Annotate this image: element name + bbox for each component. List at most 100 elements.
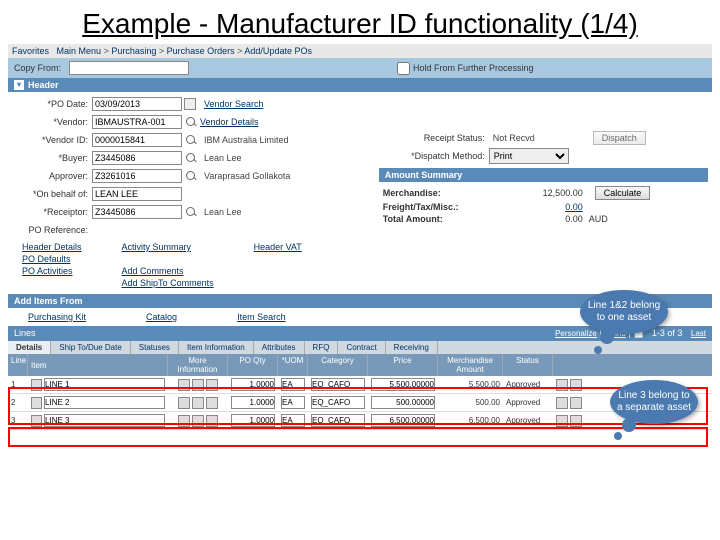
add-icon[interactable] bbox=[570, 397, 582, 409]
tab-rfq[interactable]: RFQ bbox=[305, 341, 339, 354]
uom-input[interactable] bbox=[281, 414, 305, 427]
hold-label: Hold From Further Processing bbox=[413, 63, 534, 73]
comment-icon[interactable] bbox=[556, 397, 568, 409]
detail-icon[interactable] bbox=[178, 379, 190, 391]
tab-receiving[interactable]: Receiving bbox=[386, 341, 438, 354]
tab-iteminfo[interactable]: Item Information bbox=[179, 341, 254, 354]
detail-icon[interactable] bbox=[178, 397, 190, 409]
receipt-status-value: Not Recvd bbox=[493, 133, 573, 143]
dispatch-method-select[interactable]: Print bbox=[489, 148, 569, 164]
activity-summary-link[interactable]: Activity Summary bbox=[122, 242, 214, 252]
cat-input[interactable] bbox=[311, 414, 365, 427]
vendor-search-link[interactable]: Vendor Search bbox=[204, 99, 264, 109]
price-input[interactable] bbox=[371, 414, 435, 427]
add-icon[interactable] bbox=[570, 415, 582, 427]
tab-shipto[interactable]: Ship To/Due Date bbox=[51, 341, 131, 354]
item-search-link[interactable]: Item Search bbox=[237, 312, 286, 322]
bc-addupdate[interactable]: Add/Update POs bbox=[244, 46, 312, 56]
detail-icon[interactable] bbox=[206, 379, 218, 391]
vendor-id-input[interactable] bbox=[92, 133, 182, 147]
add-shipto-link[interactable]: Add ShipTo Comments bbox=[122, 278, 214, 288]
dispatch-button[interactable]: Dispatch bbox=[593, 131, 646, 145]
callout-1: Line 1&2 belong to one asset bbox=[580, 290, 668, 334]
bc-fav[interactable]: Favorites bbox=[12, 46, 49, 56]
col-qty: PO Qty bbox=[228, 354, 278, 376]
price-input[interactable] bbox=[371, 396, 435, 409]
search-icon[interactable] bbox=[185, 134, 197, 146]
item-icon[interactable] bbox=[31, 415, 42, 427]
purchasing-kit-link[interactable]: Purchasing Kit bbox=[28, 312, 86, 322]
hold-checkbox[interactable] bbox=[397, 62, 410, 75]
tab-statuses[interactable]: Statuses bbox=[131, 341, 179, 354]
cat-input[interactable] bbox=[311, 396, 365, 409]
calendar-icon[interactable] bbox=[184, 98, 196, 110]
item-icon[interactable] bbox=[31, 397, 42, 409]
breadcrumb: Favorites Main Menu > Purchasing > Purch… bbox=[8, 44, 712, 58]
tab-details[interactable]: Details bbox=[8, 341, 51, 354]
detail-icon[interactable] bbox=[192, 397, 204, 409]
po-activities-link[interactable]: PO Activities bbox=[22, 266, 82, 276]
tab-attributes[interactable]: Attributes bbox=[254, 341, 305, 354]
onbehalf-input[interactable] bbox=[92, 187, 182, 201]
po-date-input[interactable] bbox=[92, 97, 182, 111]
header-section-bar[interactable]: ▾ Header bbox=[8, 78, 712, 92]
approver-input[interactable] bbox=[92, 169, 182, 183]
uom-input[interactable] bbox=[281, 396, 305, 409]
cat-input[interactable] bbox=[311, 378, 365, 391]
receiptor-input[interactable] bbox=[92, 205, 182, 219]
detail-icon[interactable] bbox=[192, 415, 204, 427]
search-icon[interactable] bbox=[185, 116, 197, 128]
col-line: Line bbox=[8, 354, 28, 376]
buyer-input[interactable] bbox=[92, 151, 182, 165]
merch-value: 12,500.00 bbox=[503, 188, 583, 198]
cell-amt: 500.00 bbox=[438, 397, 503, 408]
item-input[interactable] bbox=[44, 378, 165, 391]
add-icon[interactable] bbox=[570, 379, 582, 391]
item-input[interactable] bbox=[44, 414, 165, 427]
qty-input[interactable] bbox=[231, 378, 275, 391]
add-comments-link[interactable]: Add Comments bbox=[122, 266, 214, 276]
approver-desc: Varaprasad Gollakota bbox=[204, 171, 290, 181]
bc-main[interactable]: Main Menu bbox=[57, 46, 102, 56]
copy-from-input[interactable] bbox=[69, 61, 189, 75]
detail-icon[interactable] bbox=[206, 397, 218, 409]
qty-input[interactable] bbox=[231, 396, 275, 409]
dispatch-method-label: Dispatch Method: bbox=[379, 151, 489, 161]
col-amt: Merchandise Amount bbox=[438, 354, 503, 376]
buyer-label: Buyer: bbox=[12, 153, 92, 163]
catalog-link[interactable]: Catalog bbox=[146, 312, 177, 322]
uom-input[interactable] bbox=[281, 378, 305, 391]
search-icon[interactable] bbox=[185, 206, 197, 218]
item-input[interactable] bbox=[44, 396, 165, 409]
detail-icon[interactable] bbox=[192, 379, 204, 391]
total-label: Total Amount: bbox=[383, 214, 503, 224]
merch-label: Merchandise: bbox=[383, 188, 503, 198]
po-defaults-link[interactable]: PO Defaults bbox=[22, 254, 82, 264]
search-icon[interactable] bbox=[185, 170, 197, 182]
vendor-input[interactable] bbox=[92, 115, 182, 129]
add-items-title: Add Items From bbox=[14, 296, 83, 306]
lines-title: Lines bbox=[14, 328, 36, 339]
personalize-link[interactable]: Personalize bbox=[555, 329, 597, 338]
bc-purchasing[interactable]: Purchasing bbox=[111, 46, 156, 56]
calculate-button[interactable]: Calculate bbox=[595, 186, 651, 200]
comment-icon[interactable] bbox=[556, 379, 568, 391]
col-price: Price bbox=[368, 354, 438, 376]
bc-po[interactable]: Purchase Orders bbox=[167, 46, 235, 56]
freight-value[interactable]: 0.00 bbox=[503, 202, 583, 212]
item-icon[interactable] bbox=[31, 379, 42, 391]
search-icon[interactable] bbox=[185, 152, 197, 164]
qty-input[interactable] bbox=[231, 414, 275, 427]
amount-summary-bar: Amount Summary bbox=[379, 168, 708, 182]
comment-icon[interactable] bbox=[556, 415, 568, 427]
receiptor-desc: Lean Lee bbox=[204, 207, 242, 217]
detail-icon[interactable] bbox=[206, 415, 218, 427]
detail-icon[interactable] bbox=[178, 415, 190, 427]
header-vat-link[interactable]: Header VAT bbox=[254, 242, 302, 252]
header-details-link[interactable]: Header Details bbox=[22, 242, 82, 252]
price-input[interactable] bbox=[371, 378, 435, 391]
vendor-details-link[interactable]: Vendor Details bbox=[200, 117, 259, 127]
collapse-icon[interactable]: ▾ bbox=[14, 80, 24, 90]
tab-contract[interactable]: Contract bbox=[338, 341, 385, 354]
last-link[interactable]: Last bbox=[691, 329, 706, 338]
